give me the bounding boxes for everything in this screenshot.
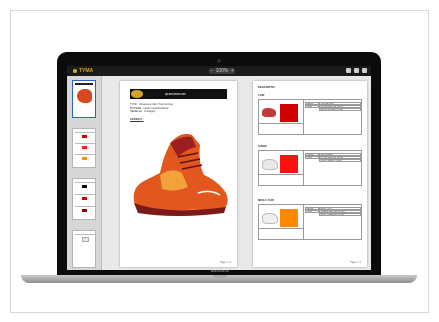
table-cell: Coloris bbox=[305, 105, 319, 108]
thumb-line bbox=[75, 194, 95, 195]
thumbnail-page-3[interactable] bbox=[72, 178, 96, 220]
color-swatch bbox=[280, 104, 298, 122]
shoe-thumbnail bbox=[262, 159, 278, 170]
section-heading: APERÇU : bbox=[130, 117, 144, 121]
zoom-controls: − 100% + bbox=[209, 68, 235, 74]
device-brand-label: MacBook bbox=[210, 268, 230, 273]
thumbnail-page-1[interactable] bbox=[72, 80, 96, 118]
shoe-thumbnail bbox=[262, 213, 278, 224]
divider bbox=[259, 174, 303, 175]
zoom-in-button[interactable]: + bbox=[231, 68, 234, 74]
camera-icon bbox=[217, 59, 221, 63]
divider bbox=[303, 205, 304, 239]
app-toolbar: TYMA − 100% + bbox=[67, 66, 371, 76]
divider bbox=[303, 151, 304, 185]
app-logo[interactable]: TYMA bbox=[73, 67, 97, 75]
colorway-label: MESH / CUIR bbox=[258, 199, 274, 202]
thumb-swatch bbox=[82, 157, 87, 160]
thumb-shoe-image bbox=[77, 89, 92, 103]
page-footer: Page 2 / 2 bbox=[350, 261, 361, 264]
table-cell: LACETS ROUGES 18-1662 bbox=[319, 108, 361, 111]
colorway-card: Matériau SUEDE BLANC Coloris ROUGE PANTO… bbox=[258, 150, 362, 186]
thumb-swatch bbox=[82, 135, 87, 138]
hiking-boot-image bbox=[133, 133, 228, 216]
page-footer: Page 1 / 2 bbox=[220, 261, 231, 264]
table-cell: LACETS ORANGES 16-1364 bbox=[319, 213, 361, 216]
thumb-line bbox=[75, 206, 95, 207]
product-description: TYPE : Chaussure trail / Trail running M… bbox=[130, 103, 173, 113]
spec-table: Matériau CUIR NATUREL Coloris ROUGE PANT… bbox=[305, 102, 361, 112]
thumb-line bbox=[75, 143, 95, 144]
thumb-line bbox=[75, 182, 95, 183]
base-notch bbox=[213, 275, 227, 278]
page-title: QUESTION M2 bbox=[165, 92, 186, 96]
page-heading: DESCRIPTIF : bbox=[258, 85, 277, 89]
color-swatch bbox=[280, 209, 298, 227]
thumb-line bbox=[75, 234, 95, 235]
download-icon[interactable] bbox=[354, 68, 359, 73]
shoe-thumbnail bbox=[262, 108, 276, 117]
print-icon[interactable] bbox=[346, 68, 351, 73]
document-viewer[interactable]: QUESTION M2 TYPE : Chaussure trail / Tra… bbox=[102, 76, 371, 270]
fullscreen-icon[interactable] bbox=[362, 68, 367, 73]
thumb-swatch bbox=[82, 237, 89, 242]
colorway-card: Matériau CUIR NATUREL Coloris ROUGE PANT… bbox=[258, 99, 362, 135]
color-swatch bbox=[280, 155, 298, 173]
colorway-label: SUEDE bbox=[258, 145, 267, 148]
table-cell: Coloris bbox=[305, 210, 319, 213]
zoom-level[interactable]: 100% bbox=[216, 68, 229, 74]
laptop-lid: TYMA − 100% + QUESTION M2 TYPE: Chaussu… bbox=[57, 52, 381, 276]
document-page-1: QUESTION M2 TYPE : Chaussure trail / Tra… bbox=[120, 81, 237, 267]
page-thumbnails-sidebar bbox=[67, 76, 102, 270]
spec-table: Matériau SUEDE BLANC Coloris ROUGE PANTO… bbox=[305, 153, 361, 163]
divider bbox=[303, 100, 304, 134]
thumb-line bbox=[75, 132, 95, 133]
app-logo-text: TYMA bbox=[79, 68, 94, 74]
logo-icon bbox=[73, 68, 77, 73]
thumb-swatch bbox=[82, 209, 87, 212]
thumb-header-bar bbox=[75, 83, 93, 85]
laptop-screen: TYMA − 100% + QUESTION M2 TYPE: Chaussu… bbox=[67, 66, 371, 270]
thumb-swatch bbox=[82, 146, 87, 149]
thumb-swatch bbox=[82, 197, 87, 200]
spec-table: Matériau MESH / CUIR Coloris ORANGE PANT… bbox=[305, 207, 361, 217]
thumb-swatch bbox=[82, 185, 87, 188]
thumb-line bbox=[75, 154, 95, 155]
zoom-out-button[interactable]: − bbox=[210, 68, 213, 74]
colorway-card: Matériau MESH / CUIR Coloris ORANGE PANT… bbox=[258, 204, 362, 240]
table-cell: Coloris bbox=[305, 156, 319, 159]
toolbar-icons bbox=[346, 68, 367, 73]
table-cell: LACETS BLANCS 11-0601 bbox=[319, 159, 361, 162]
brand-logo-icon bbox=[131, 90, 143, 98]
laptop-base bbox=[21, 275, 417, 283]
thumbnail-page-4[interactable] bbox=[72, 230, 96, 268]
colorway-label: CUIR bbox=[258, 94, 265, 97]
divider bbox=[259, 228, 303, 229]
document-page-2: DESCRIPTIF : CUIR Matériau CUIR NATUREL … bbox=[253, 81, 367, 267]
divider bbox=[259, 123, 303, 124]
thumbnail-page-2[interactable] bbox=[72, 128, 96, 168]
